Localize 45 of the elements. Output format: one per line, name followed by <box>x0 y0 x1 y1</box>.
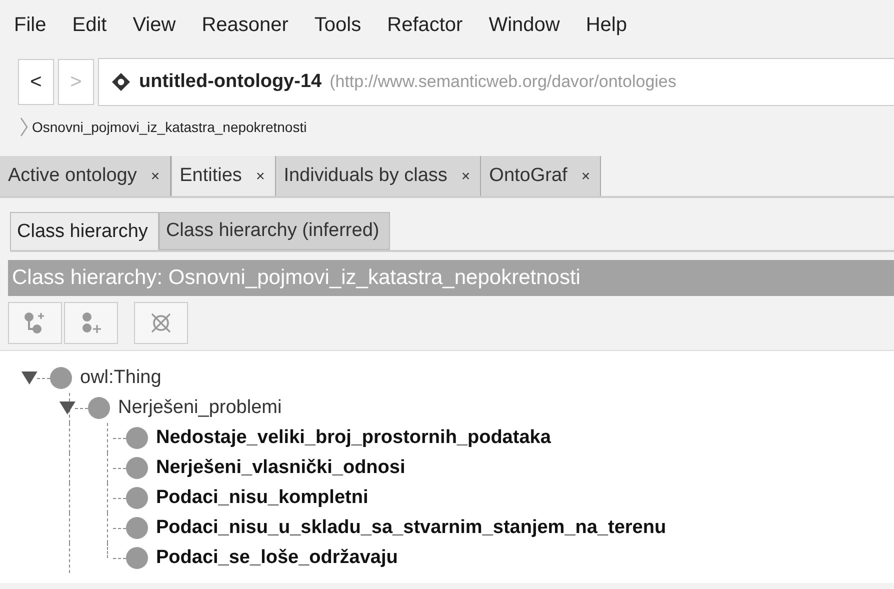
menu-item[interactable]: Reasoner <box>202 14 288 44</box>
class-icon <box>126 487 148 509</box>
menu-item[interactable]: Window <box>488 14 560 44</box>
menu-item[interactable]: Refactor <box>387 14 463 44</box>
class-icon <box>126 547 148 569</box>
view-tab[interactable]: Class hierarchy <box>10 212 159 250</box>
class-label[interactable]: Podaci_nisu_u_skladu_sa_stvarnim_stanjem_na_terenu <box>156 517 666 539</box>
crossed-circle-icon <box>149 311 173 335</box>
node-plus-icon <box>23 311 47 335</box>
breadcrumb-link[interactable]: Osnovni_pojmovi_iz_katastra_nepokretnosti <box>32 119 307 135</box>
class-icon <box>126 457 148 479</box>
panel-title: Class hierarchy: Osnovni_pojmovi_iz_katastra_nepokretnosti <box>8 260 894 296</box>
class-label[interactable]: Podaci_nisu_kompletni <box>156 487 368 509</box>
class-icon <box>50 367 72 389</box>
menu-item[interactable]: Edit <box>72 14 107 44</box>
class-icon <box>126 517 148 539</box>
tab[interactable]: OntoGraf × <box>481 156 602 196</box>
expand-toggle[interactable] <box>21 372 38 384</box>
chevron-icon <box>20 117 28 137</box>
class-label[interactable]: Podaci_se_loše_održavaju <box>156 547 398 569</box>
menu-item[interactable]: View <box>132 14 176 44</box>
class-icon <box>126 427 148 449</box>
class-label[interactable]: Nerješeni_vlasnički_odnosi <box>156 457 406 479</box>
class-label[interactable]: Nedostaje_veliki_broj_prostornih_podataka <box>156 427 551 449</box>
class-icon <box>88 397 110 419</box>
class-label[interactable]: owl:Thing <box>80 367 162 389</box>
close-button[interactable]: × <box>581 168 590 184</box>
menu-item[interactable]: File <box>14 14 46 44</box>
delete-button[interactable] <box>134 302 188 344</box>
view-tab[interactable]: Class hierarchy (inferred) <box>158 212 390 250</box>
class-label[interactable]: Nerješeni_problemi <box>118 397 282 419</box>
diamond-icon <box>111 72 131 92</box>
back-button[interactable]: < <box>18 59 54 105</box>
ontology-field[interactable]: untitled-ontology-14 (http://www.semanticweb.org/davor/ontologies <box>98 58 894 106</box>
expand-toggle[interactable] <box>59 402 76 414</box>
menu-item[interactable]: Help <box>586 14 627 44</box>
add-sibling-button[interactable] <box>64 302 118 344</box>
tab[interactable]: Entities × <box>170 156 276 196</box>
close-button[interactable]: × <box>150 168 160 184</box>
close-button[interactable]: × <box>461 168 470 184</box>
add-subclass-button[interactable] <box>8 302 62 344</box>
tab[interactable]: Individuals by class × <box>276 156 482 196</box>
tab[interactable]: Active ontology × <box>0 156 171 196</box>
close-button[interactable]: × <box>256 168 265 184</box>
menu-item[interactable]: Tools <box>314 14 362 44</box>
